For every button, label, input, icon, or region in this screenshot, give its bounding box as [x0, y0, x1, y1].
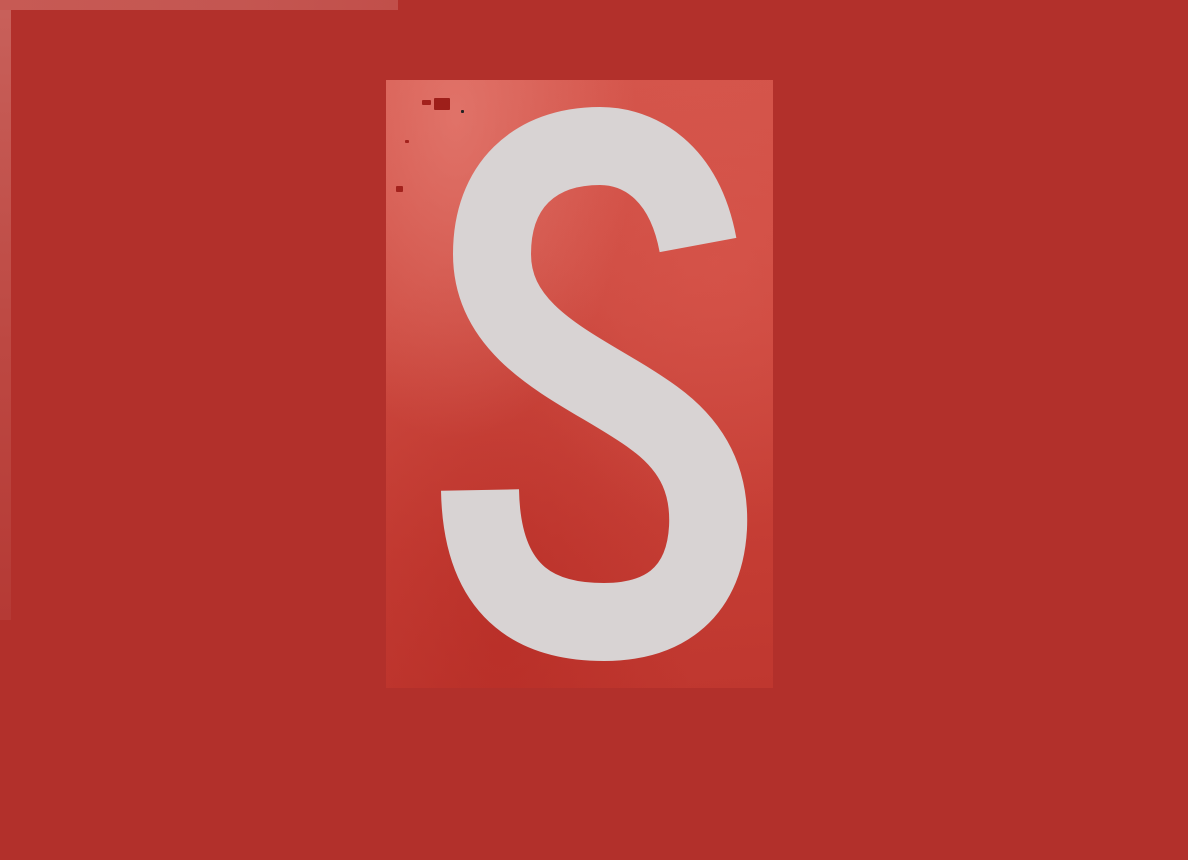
- background-edge-left: [0, 10, 11, 620]
- red-sign-panel: S: [386, 80, 773, 688]
- background-edge-top: [0, 0, 398, 10]
- letter-s-stroke: [441, 107, 748, 661]
- letter-s-glyph: [441, 107, 748, 661]
- photo-canvas: S: [0, 0, 1188, 860]
